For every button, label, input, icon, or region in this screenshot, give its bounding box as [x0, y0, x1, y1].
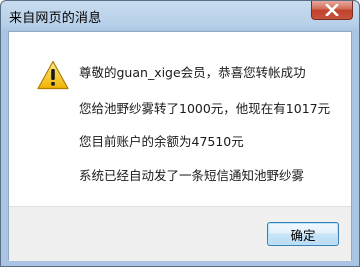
dialog-window: 来自网页的消息 尊敬的guan_xige会员，恭喜您转帐成功 您给池野纱雾转了1…	[0, 0, 360, 267]
message-line-2: 您给池野纱雾转了1000元，他现在有1017元	[79, 101, 331, 116]
close-button[interactable]	[311, 1, 353, 20]
button-bar: 确定	[9, 206, 351, 261]
dialog-client: 尊敬的guan_xige会员，恭喜您转帐成功 您给池野纱雾转了1000元，他现在…	[8, 31, 352, 261]
title-bar[interactable]: 来自网页的消息	[1, 1, 359, 31]
message-area: 尊敬的guan_xige会员，恭喜您转帐成功 您给池野纱雾转了1000元，他现在…	[9, 32, 351, 206]
message-line-1: 尊敬的guan_xige会员，恭喜您转帐成功	[79, 65, 306, 80]
window-title: 来自网页的消息	[9, 11, 102, 26]
close-icon	[325, 4, 339, 16]
message-line-3: 您目前账户的余额为47510元	[79, 134, 244, 149]
ok-button[interactable]: 确定	[267, 222, 339, 246]
warning-icon	[37, 60, 69, 90]
message-line-4: 系统已经自动发了一条短信通知池野纱雾	[79, 168, 305, 183]
